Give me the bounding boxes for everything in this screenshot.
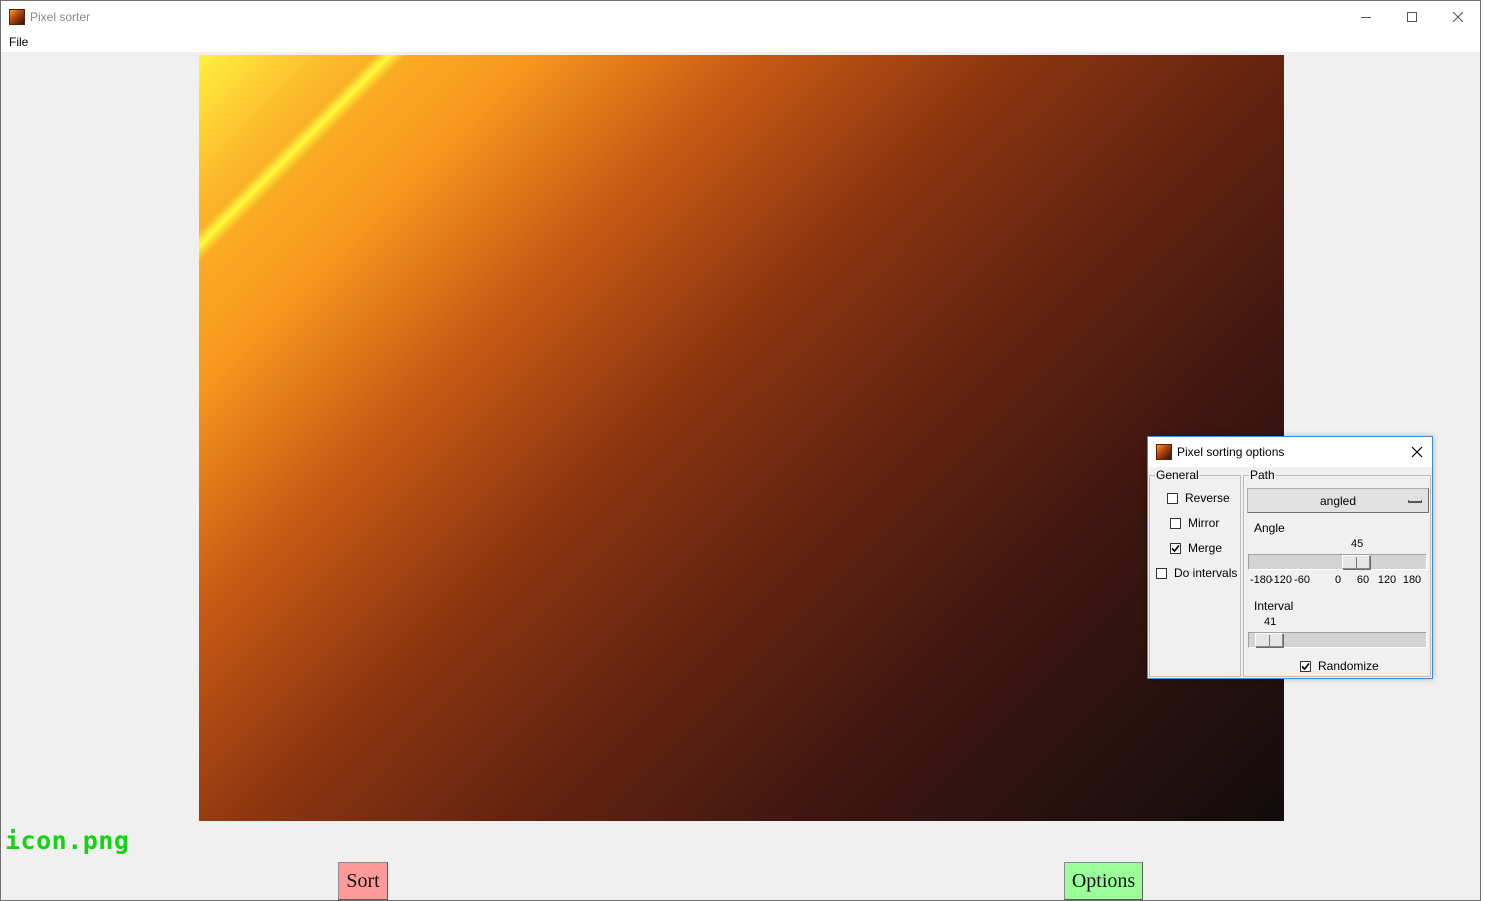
maximize-button[interactable] — [1389, 1, 1435, 33]
interval-label: Interval — [1254, 599, 1294, 613]
menu-file[interactable]: File — [8, 35, 29, 49]
merge-label: Merge — [1188, 541, 1223, 555]
sorted-image-canvas — [199, 55, 1284, 821]
menu-bar: File — [1, 33, 1480, 52]
mirror-label: Mirror — [1188, 516, 1220, 530]
main-window: Pixel sorter File icon.png Sort Options … — [0, 0, 1481, 901]
do-intervals-checkbox-row[interactable]: Do intervals — [1156, 566, 1237, 580]
general-frame-label: General — [1155, 468, 1200, 482]
reverse-checkbox-row[interactable]: Reverse — [1167, 491, 1230, 505]
do-intervals-label: Do intervals — [1174, 566, 1238, 580]
dialog-app-icon — [1156, 444, 1172, 460]
mirror-checkbox-row[interactable]: Mirror — [1170, 516, 1219, 530]
title-bar: Pixel sorter — [1, 1, 1480, 33]
angle-tick-label: -180 — [1249, 574, 1273, 586]
angle-tick-label: -120 — [1269, 574, 1293, 586]
minimize-button[interactable] — [1343, 1, 1389, 33]
interval-slider[interactable] — [1248, 632, 1427, 648]
maximize-icon — [1407, 12, 1417, 22]
do-intervals-checkbox[interactable] — [1156, 567, 1167, 579]
angle-value: 45 — [1351, 538, 1364, 550]
dropdown-indicator-icon — [1408, 500, 1422, 503]
randomize-checkbox-row[interactable]: Randomize — [1300, 659, 1379, 673]
path-frame: Path angled Angle 45 -180 -120 -60 0 60 120 18… — [1243, 468, 1431, 677]
checkmark-icon — [1171, 544, 1180, 552]
merge-checkbox-row[interactable]: Merge — [1170, 541, 1222, 555]
angle-tick-label: 0 — [1334, 574, 1342, 586]
window-title: Pixel sorter — [30, 10, 91, 24]
general-frame: General Reverse Mirror Merge Do interval… — [1149, 468, 1241, 677]
checkmark-icon — [1301, 662, 1310, 670]
interval-slider-thumb[interactable] — [1255, 633, 1283, 647]
minimize-icon — [1361, 17, 1371, 18]
pixel-sorting-options-dialog: Pixel sorting options General Reverse Mi… — [1147, 436, 1433, 679]
filename-label: icon.png — [5, 826, 130, 855]
options-button[interactable]: Options — [1064, 862, 1143, 900]
angle-slider-thumb[interactable] — [1342, 555, 1371, 569]
close-icon — [1453, 12, 1463, 22]
sort-button[interactable]: Sort — [338, 862, 388, 900]
interval-value: 41 — [1264, 616, 1277, 628]
angle-label: Angle — [1254, 521, 1285, 535]
app-icon — [9, 9, 25, 25]
path-type-dropdown[interactable]: angled — [1247, 488, 1429, 513]
randomize-checkbox[interactable] — [1300, 660, 1311, 672]
dialog-title-bar: Pixel sorting options — [1148, 437, 1432, 467]
reverse-label: Reverse — [1185, 491, 1230, 505]
angle-tick-label: 180 — [1402, 574, 1422, 586]
randomize-label: Randomize — [1318, 659, 1379, 673]
close-icon — [1411, 446, 1423, 458]
dialog-title: Pixel sorting options — [1177, 445, 1285, 459]
angle-tick-label: -60 — [1294, 574, 1310, 586]
path-type-value: angled — [1319, 493, 1357, 508]
path-frame-label: Path — [1249, 468, 1276, 482]
reverse-checkbox[interactable] — [1167, 492, 1178, 504]
dialog-close-button[interactable] — [1408, 443, 1426, 461]
angle-tick-label: 120 — [1377, 574, 1397, 586]
angle-slider[interactable] — [1248, 554, 1427, 570]
close-button[interactable] — [1435, 1, 1481, 33]
mirror-checkbox[interactable] — [1170, 517, 1181, 529]
angle-tick-label: 60 — [1356, 574, 1370, 586]
merge-checkbox[interactable] — [1170, 542, 1181, 554]
